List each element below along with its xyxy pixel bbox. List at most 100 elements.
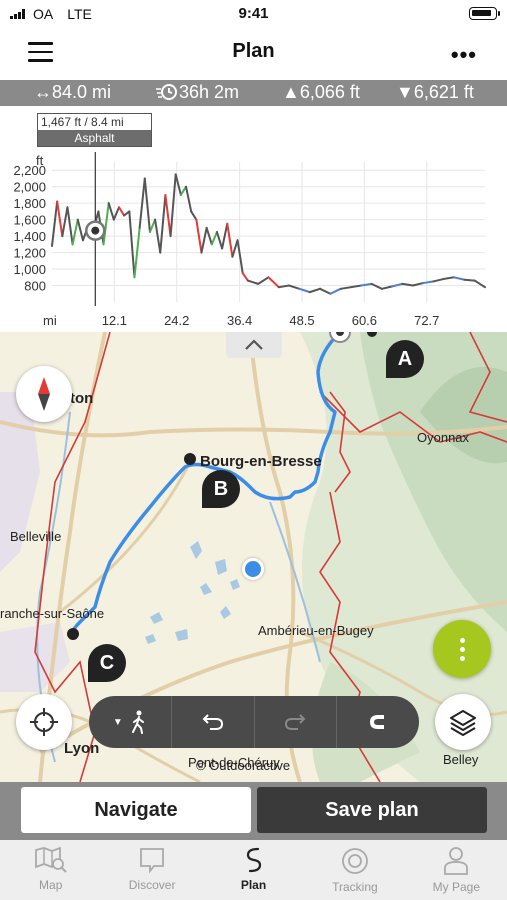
elevation-line-segment [215,231,224,250]
elevation-line-segment [380,285,394,290]
action-bar: Navigate Save plan [0,782,507,840]
elevation-line-segment [107,202,115,221]
elevation-line-segment [56,200,64,238]
chevron-up-icon [245,339,263,350]
user-icon [444,847,469,875]
elevation-line-segment [231,239,239,258]
tab-plan-label: Plan [240,878,267,892]
map-label-lyon: Lyon [64,740,100,757]
elevation-line-segment [71,218,79,246]
y-tick-label: 1,000 [13,262,46,277]
x-tick-label: 36.4 [227,313,252,328]
map-label-belleville: Belleville [10,529,62,544]
magnet-icon [370,715,385,729]
activity-selector[interactable]: ▼ [89,696,172,748]
snap-to-route-button[interactable] [337,696,419,748]
tab-my-page-label: My Page [432,880,480,894]
plan-route-icon [246,847,261,873]
current-location-dot [242,558,264,580]
y-tick-label: 1,600 [13,213,46,228]
elevation-line-segment [308,287,322,294]
locate-me-button[interactable] [16,694,72,750]
battery-icon [469,7,500,20]
elevation-line-segment [319,287,332,295]
dot-icon [459,637,465,643]
y-tick-label: 1,400 [13,229,46,244]
elevation-line-segment [432,277,445,283]
elevation-line-segment [241,272,249,282]
map-label-villefranche: ranche-sur-Saône [0,606,105,621]
tab-tracking-label: Tracking [332,880,378,894]
stopwatch-icon [156,84,177,100]
elevation-line-segment [179,185,188,196]
elevation-line-segment [76,218,84,242]
discover-icon [140,848,165,874]
planning-toolbar: ▼ [89,696,419,748]
hiking-icon [131,710,144,734]
save-plan-button[interactable]: Save plan [257,787,487,833]
map-label-oyonnax: Oyonnax [417,430,470,445]
dot-icon [459,655,465,661]
tracking-icon [342,848,368,874]
undo-button[interactable] [172,696,255,748]
y-axis-unit: ft [36,153,44,168]
more-dots-icon[interactable]: ••• [451,42,477,68]
bottom-tab-bar: Map Discover Plan Tracking My Page [0,840,507,900]
route-stats-bar: ↔84.0 mi 36h 2m ▲6,066 ft ▼6,621 ft [0,80,507,106]
elevation-line-segment [422,280,435,285]
y-tick-label: 1,200 [13,246,46,261]
crosshair-icon [30,708,58,736]
tooltip-value: 1,467 ft / 8.4 mi [41,115,124,129]
elevation-line-segment [339,286,352,290]
elevation-line-segment [246,279,260,285]
ascent-stat: ▲6,066 ft [282,82,360,102]
elevation-line-segment [164,193,172,238]
layers-icon [450,710,476,736]
distance-stat: ↔84.0 mi [34,82,112,102]
x-tick-label: 72.7 [414,313,439,328]
elevation-profile-chart[interactable]: 800 1,000 1,200 1,400 1,600 1,800 2,000 2,200 ft… [0,106,507,332]
waypoint-marker-b[interactable]: B [202,470,240,508]
dot-icon [459,646,465,652]
page-title: Plan [232,40,275,62]
elevation-line-segment [463,278,476,282]
elevation-line-segment [118,206,126,217]
map-copyright: © Outdooractive [196,758,291,773]
tab-discover[interactable]: Discover [101,840,202,900]
elevation-line-segment [148,218,157,233]
elevation-line-segment [61,206,69,238]
map-options-button[interactable] [433,620,491,678]
x-tick-label: 24.2 [164,313,189,328]
map-collapse-button[interactable] [226,332,282,358]
x-tick-label: 12.1 [102,313,127,328]
map-layers-button[interactable] [435,694,491,750]
map-view[interactable]: ton Bourg-en-Bresse Oyonnax Belleville r… [0,332,507,782]
compass-button[interactable] [16,366,72,422]
navigate-button[interactable]: Navigate [21,787,251,833]
elevation-line-segment [190,210,198,221]
elevation-line-segment [200,226,208,254]
redo-button[interactable] [255,696,338,748]
waypoint-marker-c[interactable]: C [88,644,126,682]
tab-tracking[interactable]: Tracking [304,840,405,900]
elevation-line-segment [210,231,218,246]
elevation-tooltip: 1,467 ft / 8.4 mi Asphalt [37,113,152,147]
tab-map[interactable]: Map [0,840,101,900]
status-time: 9:41 [238,5,269,22]
elevation-line-segment [66,206,74,246]
elevation-line-segment [298,287,311,294]
elevation-line-segment [128,210,136,279]
app-header: Plan ••• [0,28,507,78]
elevation-line-segment [226,222,234,258]
elevation-line-segment [473,279,486,289]
tab-map-label: Map [39,878,63,892]
y-tick-label: 2,000 [13,180,46,195]
waypoint-marker-a[interactable]: A [386,340,424,378]
elevation-line-segment [453,276,466,281]
elevation-line-segment [329,287,342,295]
tooltip-surface: Asphalt [38,130,151,146]
tab-plan[interactable]: Plan [203,840,304,900]
tab-my-page[interactable]: My Page [406,840,507,900]
map-label-amberieu: Ambérieu-en-Bugey [258,623,374,638]
duration-stat: 36h 2m [155,82,239,103]
